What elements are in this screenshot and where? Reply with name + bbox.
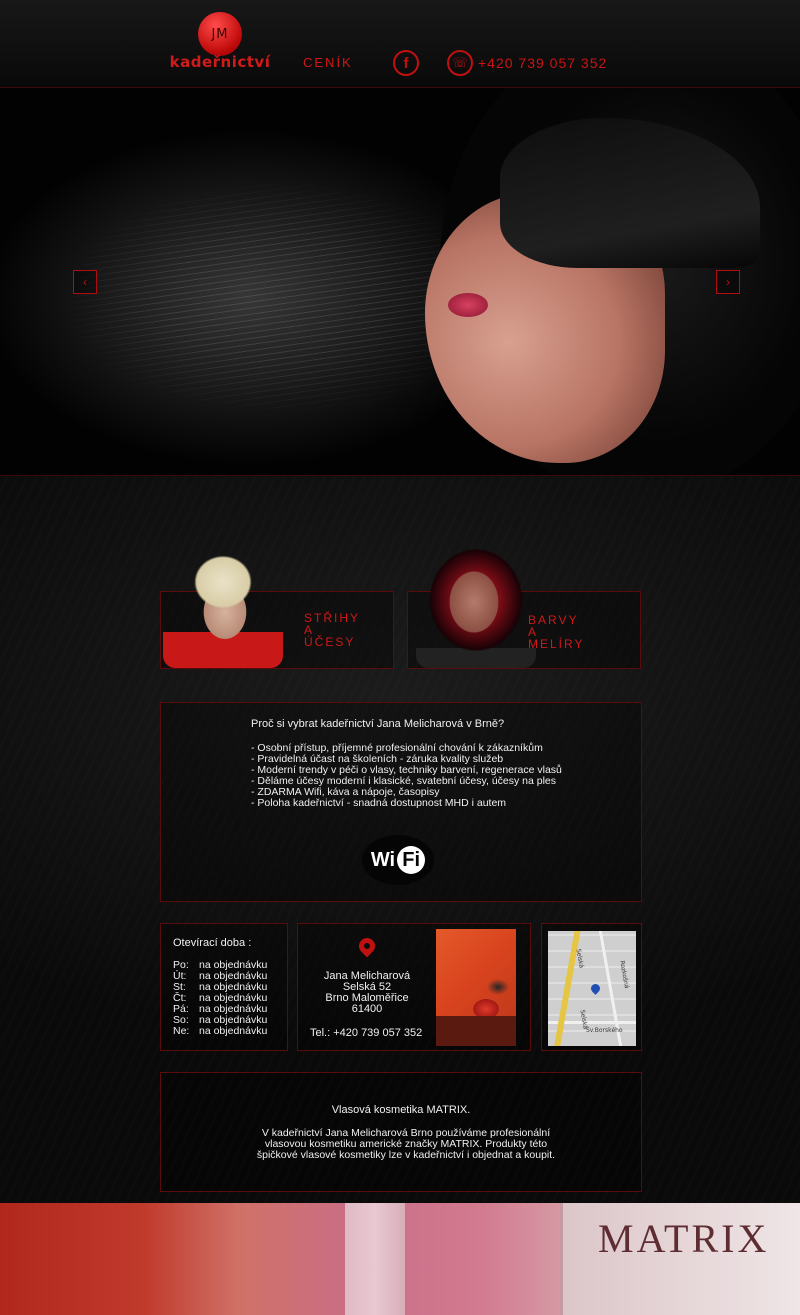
footer-matrix-banner: MATRIX [0,1203,800,1315]
tile-photo-blonde [163,542,283,668]
salon-photo[interactable] [436,929,516,1046]
value-cell: na objednávku [199,1025,268,1037]
hero-lips [448,293,488,317]
why-choose-heading: Proč si vybrat kadeřnictví Jana Melichar… [251,718,505,730]
tile-barvy-meliry[interactable]: BARVY A MELÍRY [407,542,641,669]
phone-icon: ☏ [447,50,473,76]
matrix-text: V kadeřnictví Jana Melicharová Brno použ… [256,1128,556,1161]
wifi-fi-text: Fi [397,846,426,874]
slider-next-button[interactable]: › [716,270,740,294]
tile-label: STŘIHY A ÚČESY [304,612,360,648]
chevron-right-icon: › [726,275,730,289]
tile-label-line: ÚČESY [304,635,356,649]
tile-label: BARVY A MELÍRY [528,614,584,650]
tile-label-line: MELÍRY [528,637,585,651]
hero-slider [0,88,800,476]
map-box[interactable]: Selská Selská Sv.Borského Rozkošná [541,923,642,1051]
why-choose-box: Proč si vybrat kadeřnictví Jana Melichar… [160,702,642,902]
matrix-title: Vlasová kosmetika MATRIX. [331,1104,471,1116]
why-choose-list: - Osobní přístup, příjemné profesionální… [251,743,562,809]
facebook-icon[interactable]: f [393,50,419,76]
chevron-left-icon: ‹ [83,275,87,289]
matrix-info-box: Vlasová kosmetika MATRIX. V kadeřnictví … [160,1072,642,1192]
contact-address: Jana Melicharová Selská 52 Brno Maloměři… [298,971,436,1015]
map-street-label: Rozkošná [618,959,631,990]
opening-hours-box: Otevírací doba : Po: na objednávku Út: na … [160,923,288,1051]
logo-mark[interactable]: JM [198,12,242,56]
contact-zip: 61400 [351,1003,383,1015]
header-phone-number[interactable]: +420 739 057 352 [478,55,607,71]
map-street-label: Sv.Borského [586,1027,623,1034]
day-cell: Ne: [173,1025,190,1037]
contact-box: Jana Melicharová Selská 52 Brno Maloměři… [297,923,531,1051]
header: JM kadeřnictví CENÍK f ☏ +420 739 057 35… [0,0,800,88]
opening-hours-table: Po: na objednávku Út: na objednávku St: na … [173,960,267,1037]
tile-photo-redhair [416,542,536,668]
opening-hours-title: Otevírací doba : [173,937,252,949]
map-street-label: Selská [574,948,585,969]
wifi-icon: Wi Fi [362,835,434,885]
nav-cenik-link[interactable]: CENÍK [303,55,353,70]
map-image[interactable]: Selská Selská Sv.Borského Rozkošná [548,931,636,1046]
logo-text[interactable]: kadeřnictví [160,53,280,71]
footer-bottle [345,1203,405,1315]
table-row: Ne: na objednávku [173,1026,267,1037]
slider-prev-button[interactable]: ‹ [73,270,97,294]
matrix-text-line: špičkové vlasové kosmetiky lze v kadeřni… [256,1149,556,1161]
footer-brand-logo: MATRIX [598,1216,770,1261]
location-pin-icon [355,934,379,958]
tile-strihy-ucesy[interactable]: STŘIHY A ÚČESY [160,542,394,669]
map-pin-icon [589,982,602,995]
list-item: - Poloha kadeřnictví - snadná dostupnost… [251,797,507,809]
wifi-text: Wi [370,848,396,871]
